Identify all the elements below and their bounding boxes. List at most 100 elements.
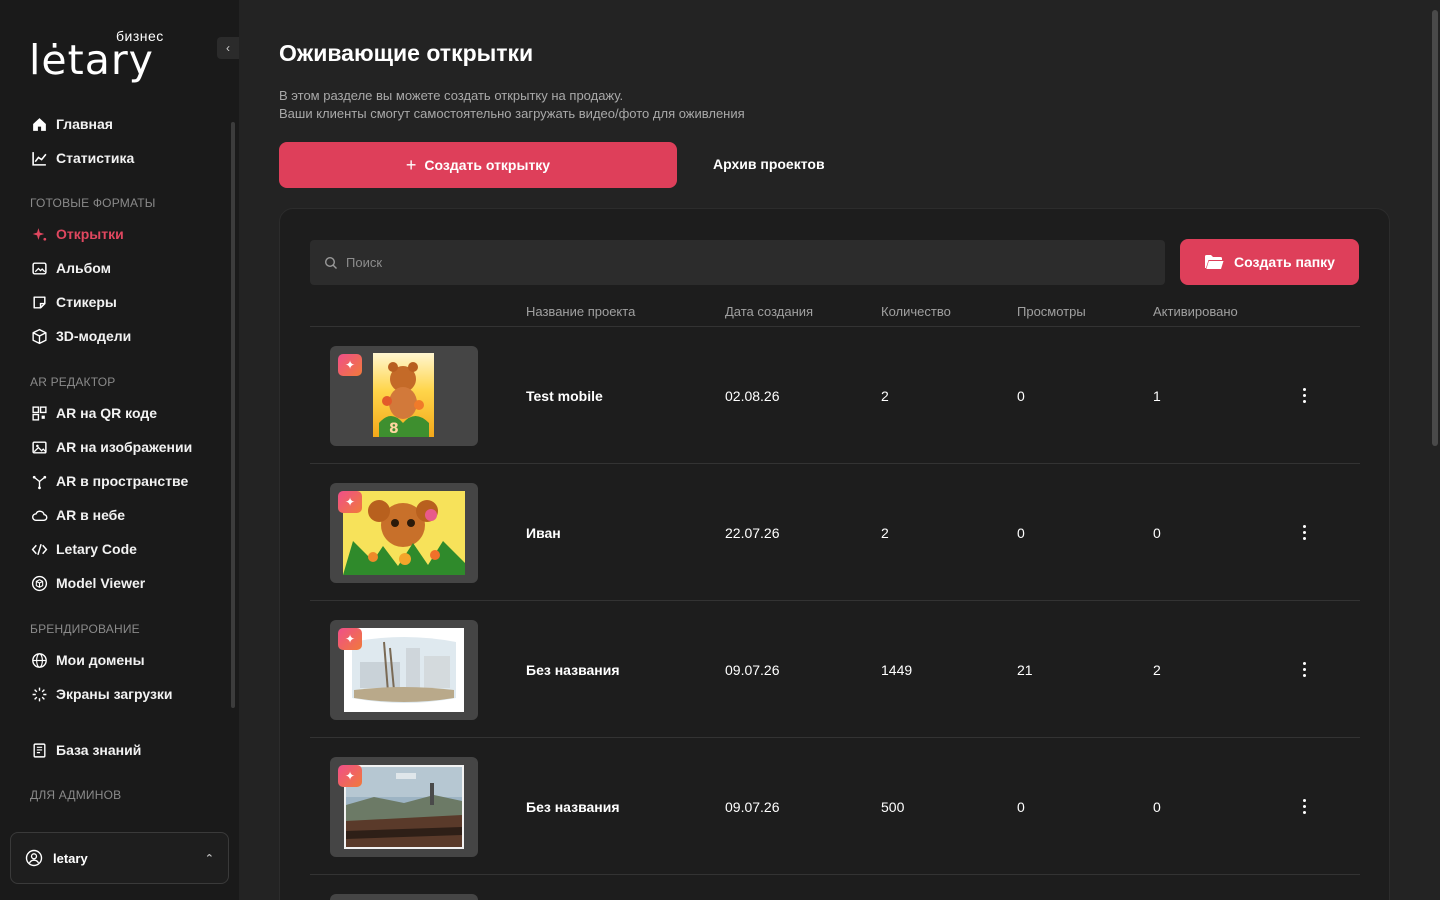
project-count: 2 [881, 525, 889, 541]
sidebar: бизнес lėtary ‹ Главная Статистика ГОТОВ… [0, 0, 239, 900]
create-postcard-button[interactable]: + Создать открытку [279, 142, 677, 188]
projects-panel: Создать папку Название проекта Дата созд… [279, 208, 1390, 900]
project-thumbnail[interactable]: ✦ [330, 483, 478, 583]
project-name[interactable]: Без названия [526, 799, 620, 815]
project-count: 2 [881, 388, 889, 404]
search-box[interactable] [310, 240, 1165, 285]
sidebar-item-home[interactable]: Главная [31, 112, 113, 136]
sidebar-item-domains[interactable]: Мои домены [31, 648, 145, 672]
column-header-name[interactable]: Название проекта [526, 304, 635, 319]
plus-icon: + [405, 155, 417, 175]
table-row[interactable] [310, 875, 1360, 900]
project-name[interactable]: Без названия [526, 662, 620, 678]
archive-button[interactable]: Архив проектов [713, 156, 825, 172]
project-date: 22.07.26 [725, 525, 780, 541]
column-header-count[interactable]: Количество [881, 304, 951, 319]
logo-text: lėtary [29, 36, 154, 84]
page-description: В этом разделе вы можете создать открытк… [279, 87, 745, 123]
sidebar-item-ar-space[interactable]: AR в пространстве [31, 469, 188, 493]
sidebar-item-3d-models[interactable]: 3D-модели [31, 324, 131, 348]
sidebar-item-letary-code[interactable]: Letary Code [31, 537, 137, 561]
project-date: 09.07.26 [725, 662, 780, 678]
collapse-sidebar-button[interactable]: ‹ [217, 37, 239, 59]
project-date: 09.07.26 [725, 799, 780, 815]
project-thumbnail[interactable]: ✦ [330, 620, 478, 720]
more-options-icon[interactable] [1298, 520, 1310, 544]
book-icon [31, 742, 48, 759]
project-thumbnail[interactable] [330, 894, 478, 900]
sidebar-item-label: AR на QR коде [56, 405, 157, 421]
project-activated: 2 [1153, 662, 1161, 678]
project-count: 500 [881, 799, 905, 815]
project-activated: 1 [1153, 388, 1161, 404]
sidebar-scrollbar[interactable] [231, 122, 235, 708]
table-row[interactable]: 8 ✦ Test mobile 02.08.26 2 0 1 [310, 327, 1360, 464]
album-icon [31, 260, 48, 277]
more-options-icon[interactable] [1298, 794, 1310, 818]
page-scrollbar[interactable] [1432, 10, 1438, 446]
sidebar-item-label: Letary Code [56, 541, 137, 557]
column-header-views[interactable]: Просмотры [1017, 304, 1086, 319]
sidebar-item-postcards[interactable]: Открытки [31, 222, 124, 246]
loader-icon [31, 686, 48, 703]
user-menu[interactable]: letary ⌃ [10, 832, 229, 884]
page-description-line-1: В этом разделе вы можете создать открытк… [279, 88, 624, 103]
sidebar-item-label: Model Viewer [56, 575, 146, 591]
sidebar-item-stickers[interactable]: Стикеры [31, 290, 117, 314]
sidebar-item-label: База знаний [56, 742, 142, 758]
sidebar-item-label: Альбом [56, 260, 111, 276]
sidebar-item-loading-screens[interactable]: Экраны загрузки [31, 682, 173, 706]
project-activated: 0 [1153, 799, 1161, 815]
project-name[interactable]: Test mobile [526, 388, 603, 404]
sidebar-item-ar-image[interactable]: AR на изображении [31, 435, 192, 459]
thumbnail-image: 8 [373, 353, 434, 437]
table-row[interactable]: ✦ Без названия 09.07.26 500 0 0 [310, 738, 1360, 875]
project-thumbnail[interactable]: 8 ✦ [330, 346, 478, 446]
project-count: 1449 [881, 662, 913, 678]
sparkle-icon [31, 226, 48, 243]
thumbnail-image [344, 628, 464, 712]
cloud-icon [31, 507, 48, 524]
table-row[interactable]: ✦ Иван 22.07.26 2 0 0 [310, 464, 1360, 601]
sticker-icon [31, 294, 48, 311]
chevron-up-icon: ⌃ [204, 852, 214, 865]
sidebar-item-statistics[interactable]: Статистика [31, 146, 134, 170]
page-title: Оживающие открытки [279, 40, 534, 66]
sidebar-item-label: Открытки [56, 226, 124, 242]
more-options-icon[interactable] [1298, 657, 1310, 681]
section-title-branding: БРЕНДИРОВАНИЕ [30, 622, 140, 636]
globe-icon [31, 652, 48, 669]
sidebar-item-label: Главная [56, 116, 113, 132]
section-title-ar-editor: AR РЕДАКТОР [30, 375, 116, 389]
section-title-formats: ГОТОВЫЕ ФОРМАТЫ [30, 196, 156, 210]
folder-icon [1204, 254, 1224, 270]
project-activated: 0 [1153, 525, 1161, 541]
sidebar-item-label: AR на изображении [56, 439, 193, 455]
project-thumbnail[interactable]: ✦ [330, 757, 478, 857]
logo[interactable]: бизнес lėtary [29, 28, 179, 88]
svg-text:8: 8 [389, 421, 399, 437]
project-date: 02.08.26 [725, 388, 780, 404]
search-icon [324, 256, 338, 270]
sidebar-item-album[interactable]: Альбом [31, 256, 111, 280]
table-row[interactable]: ✦ Без названия 09.07.26 1449 21 2 [310, 601, 1360, 738]
sidebar-item-knowledge-base[interactable]: База знаний [31, 738, 141, 762]
cube-icon [31, 328, 48, 345]
column-header-activated[interactable]: Активировано [1153, 304, 1238, 319]
sidebar-item-model-viewer[interactable]: Model Viewer [31, 571, 145, 595]
project-name[interactable]: Иван [526, 525, 561, 541]
column-header-date[interactable]: Дата создания [725, 304, 813, 319]
create-folder-button[interactable]: Создать папку [1180, 239, 1359, 285]
sparkle-badge-icon: ✦ [338, 491, 362, 513]
sidebar-item-label: Экраны загрузки [56, 686, 173, 702]
sidebar-item-label: AR в небе [56, 507, 126, 523]
sparkle-badge-icon: ✦ [338, 628, 362, 650]
sparkle-badge-icon: ✦ [338, 354, 362, 376]
sidebar-item-ar-qr[interactable]: AR на QR коде [31, 401, 157, 425]
chevron-left-icon: ‹ [226, 41, 230, 55]
more-options-icon[interactable] [1298, 383, 1310, 407]
search-input[interactable] [346, 255, 1126, 270]
project-views: 0 [1017, 525, 1025, 541]
sidebar-item-ar-sky[interactable]: AR в небе [31, 503, 125, 527]
sparkle-badge-icon: ✦ [338, 765, 362, 787]
